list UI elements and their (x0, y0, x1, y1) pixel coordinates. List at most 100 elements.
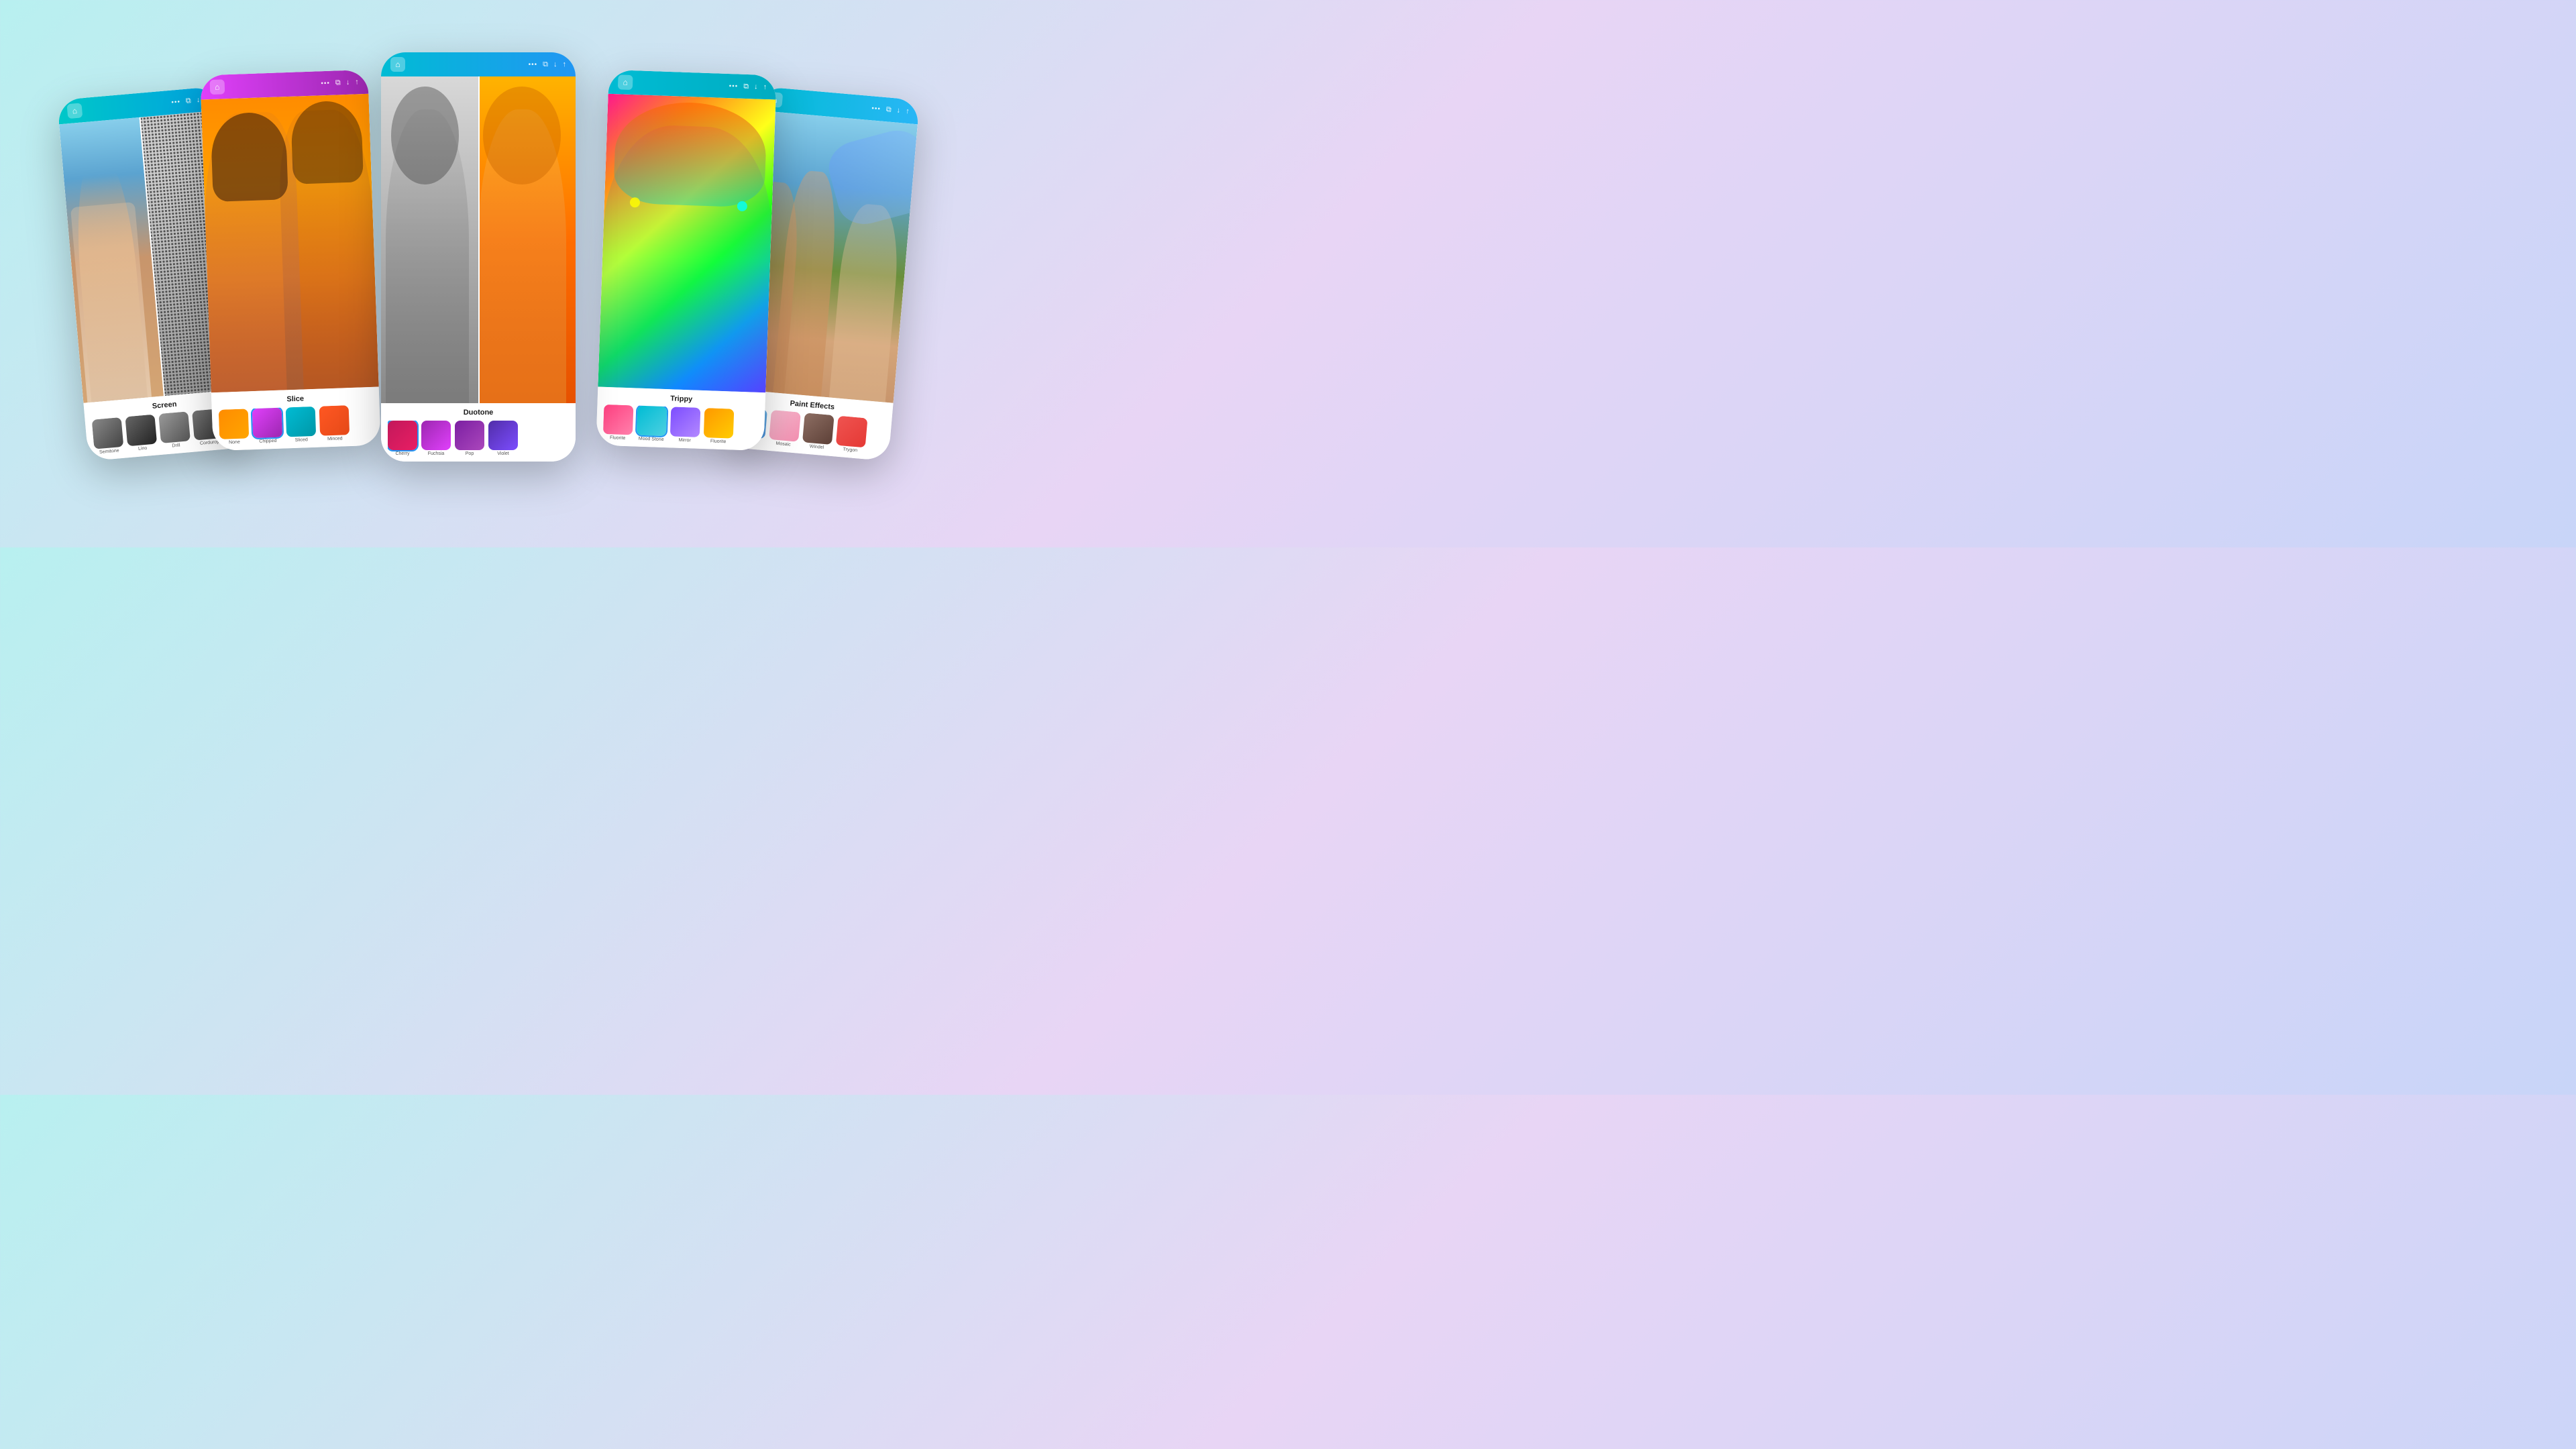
filter-fluorite[interactable]: Fluorite (603, 405, 634, 441)
filter-mosaic[interactable]: Mosaic (768, 410, 800, 448)
share-icon-2[interactable]: ↑ (355, 78, 359, 86)
filter-fluorite2[interactable]: Fluorite (703, 408, 734, 445)
filter-thumb-fluorite2 (704, 408, 735, 439)
download-icon-3[interactable]: ↓ (553, 60, 557, 68)
copy-icon-2[interactable]: ⧉ (335, 78, 341, 87)
phone-image-2 (201, 94, 379, 392)
phone-image-4 (598, 94, 775, 392)
filter-thumb-minced (319, 405, 350, 436)
duotone-divider (478, 76, 480, 403)
filter-row-3: Cherry Fuchsia Pop Violet (388, 421, 569, 456)
filter-lino[interactable]: Lino (125, 415, 157, 453)
filter-label-mosaic: Mosaic (775, 441, 791, 447)
effect-title-3: Duotone (388, 409, 569, 417)
filter-drill[interactable]: Drill (158, 411, 191, 449)
more-icon-4[interactable]: ••• (729, 83, 739, 90)
copy-icon-4[interactable]: ⧉ (743, 82, 749, 91)
filter-cherry[interactable]: Cherry (388, 421, 417, 456)
filter-semitone[interactable]: Semitone (92, 417, 124, 455)
filter-label-corduroy: Corduroy (200, 439, 219, 445)
filter-trygon[interactable]: Trygon (835, 416, 867, 454)
share-icon-5[interactable]: ↑ (906, 107, 910, 115)
filter-thumb-none (219, 409, 250, 439)
more-icon[interactable]: ••• (171, 98, 180, 106)
phone-bottom-4: Trippy Fluorite Mood Stone Mirror Fluori… (596, 387, 765, 451)
effect-title-2: Slice (218, 392, 372, 406)
copy-icon[interactable]: ⧉ (185, 97, 191, 106)
filter-label-fuchsia: Fuchsia (428, 451, 445, 456)
phone-image-3 (381, 76, 576, 403)
filter-thumb-moodstone (637, 406, 667, 437)
phone-header-3: ⌂ ••• ⧉ ↓ ↑ (381, 52, 576, 76)
filter-thumb-mirror (670, 407, 701, 437)
filter-label-moodstone: Mood Stone (639, 437, 664, 442)
header-icons-2: ••• ⧉ ↓ ↑ (321, 78, 359, 88)
filter-label-minced: Minced (327, 436, 343, 441)
filter-label-semitone: Semitone (99, 448, 119, 455)
phone-trippy: ⌂ ••• ⧉ ↓ ↑ Trippy Fluorite (596, 70, 776, 451)
filter-thumb-drill (158, 411, 191, 443)
filter-sliced[interactable]: Sliced (286, 407, 317, 443)
home-icon-2[interactable]: ⌂ (210, 79, 225, 95)
filter-label-chipped: Chipped (259, 439, 276, 444)
filter-thumb-fluorite (603, 405, 634, 435)
more-icon-3[interactable]: ••• (529, 61, 538, 68)
filter-thumb-sliced (286, 407, 317, 437)
filter-thumb-chipped (252, 408, 283, 439)
phone-bottom-2: Slice None Chipped Sliced Minced (211, 387, 381, 451)
filter-label-fluorite2: Fluorite (710, 439, 727, 444)
more-icon-2[interactable]: ••• (321, 79, 330, 87)
copy-icon-3[interactable]: ⧉ (543, 60, 548, 69)
filter-thumb-cherry (388, 421, 417, 450)
filter-thumb-fuchsia (421, 421, 451, 450)
home-icon[interactable]: ⌂ (66, 103, 83, 119)
phone-slice: ⌂ ••• ⧉ ↓ ↑ Slice None (200, 70, 380, 451)
filter-row-2: None Chipped Sliced Minced (219, 405, 374, 445)
filter-thumb-windel (802, 413, 835, 445)
share-icon-4[interactable]: ↑ (763, 83, 767, 91)
download-icon-4[interactable]: ↓ (754, 83, 758, 91)
filter-mirror[interactable]: Mirror (670, 407, 701, 443)
filter-windel[interactable]: Windel (802, 413, 834, 451)
filter-label-violet: Violet (497, 451, 508, 456)
more-icon-5[interactable]: ••• (871, 105, 881, 113)
filter-none[interactable]: None (219, 409, 250, 445)
filter-minced[interactable]: Minced (319, 405, 350, 442)
header-icons-3: ••• ⧉ ↓ ↑ (529, 60, 566, 69)
header-icons-4: ••• ⧉ ↓ ↑ (729, 82, 767, 92)
filter-thumb-mosaic (769, 410, 801, 442)
filter-thumb-trygon (836, 416, 868, 448)
filter-label-sliced: Sliced (295, 437, 308, 443)
download-icon-2[interactable]: ↓ (346, 78, 350, 87)
filter-label-drill: Drill (172, 443, 180, 448)
filter-label-mirror: Mirror (678, 438, 691, 443)
filter-violet[interactable]: Violet (488, 421, 518, 456)
filter-thumb-semitone (92, 417, 124, 449)
filter-label-fluorite: Fluorite (610, 435, 626, 441)
filter-label-none: None (229, 440, 240, 445)
filter-moodstone[interactable]: Mood Stone (637, 406, 667, 443)
filter-label-pop: Pop (466, 451, 474, 456)
filter-thumb-violet (488, 421, 518, 450)
header-icons-5: ••• ⧉ ↓ ↑ (871, 104, 910, 116)
filter-label-cherry: Cherry (395, 451, 409, 456)
effect-title-4: Trippy (604, 392, 759, 406)
filter-pop[interactable]: Pop (455, 421, 484, 456)
filter-label-trygon: Trygon (843, 447, 857, 453)
filter-label-lino: Lino (138, 446, 148, 451)
share-icon-3[interactable]: ↑ (563, 60, 567, 68)
filter-label-windel: Windel (809, 444, 824, 450)
home-icon-3[interactable]: ⌂ (390, 57, 405, 72)
phone-bottom-3: Duotone Cherry Fuchsia Pop Violet (381, 403, 576, 462)
phones-container: ⌂ ••• ⧉ ↓ ↑ Screen (52, 32, 924, 515)
download-icon[interactable]: ↓ (196, 96, 201, 104)
home-icon-4[interactable]: ⌂ (618, 74, 633, 90)
phone-duotone: ⌂ ••• ⧉ ↓ ↑ Duotone (381, 52, 576, 462)
copy-icon-5[interactable]: ⧉ (885, 105, 892, 115)
filter-row-4: Fluorite Mood Stone Mirror Fluorite (603, 405, 759, 445)
filter-thumb-pop (455, 421, 484, 450)
filter-chipped[interactable]: Chipped (252, 408, 283, 445)
filter-fuchsia[interactable]: Fuchsia (421, 421, 451, 456)
filter-thumb-lino (125, 415, 157, 447)
download-icon-5[interactable]: ↓ (896, 107, 901, 115)
